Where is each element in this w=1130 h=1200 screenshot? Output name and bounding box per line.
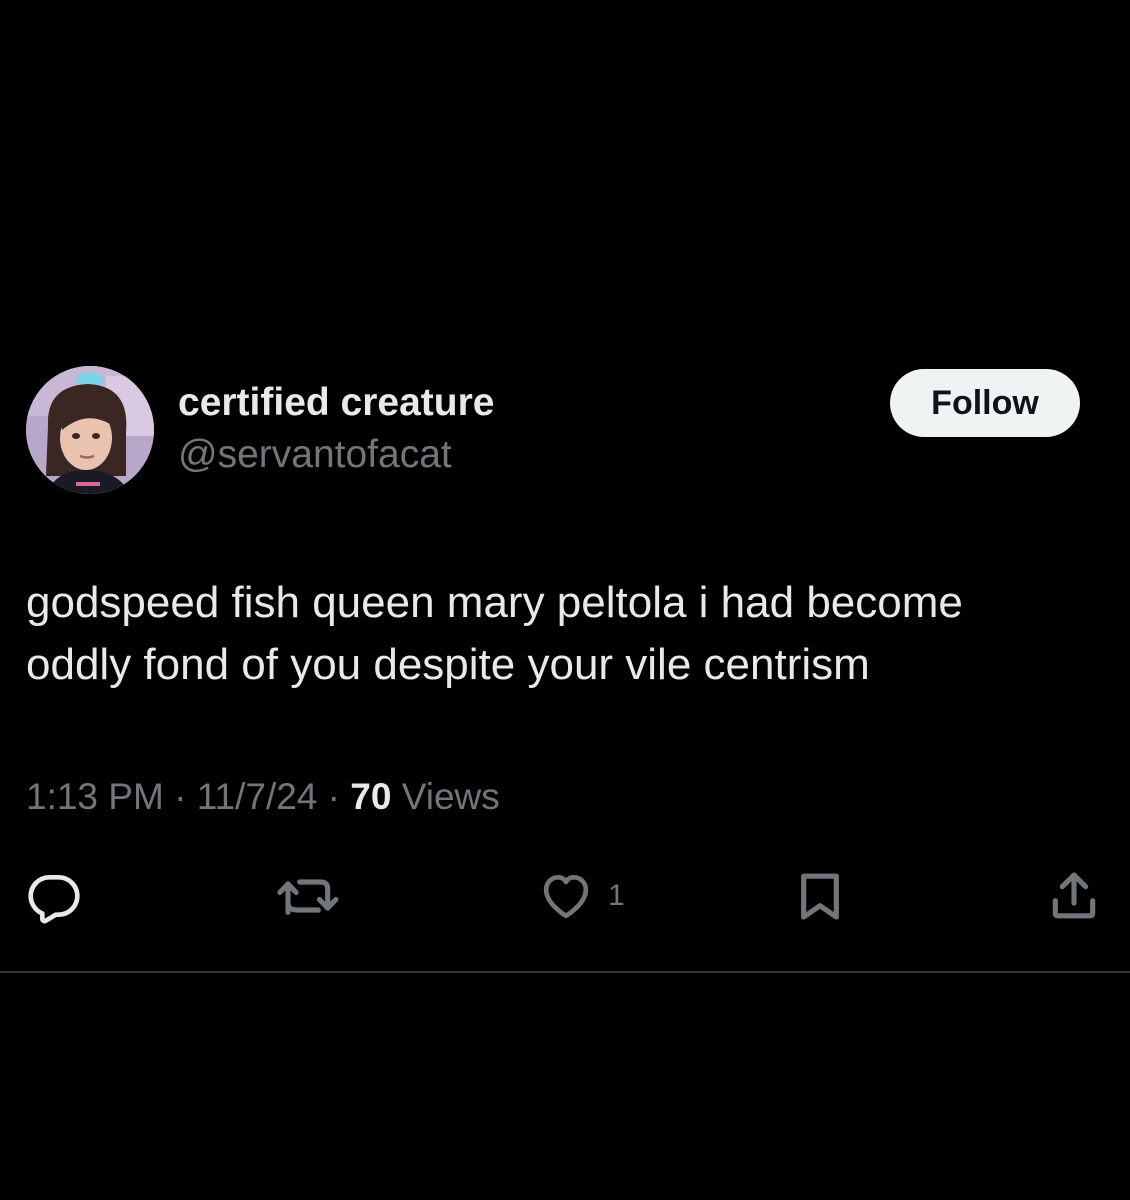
views-label: Views <box>401 776 500 817</box>
tweet-time[interactable]: 1:13 PM <box>26 776 164 817</box>
display-name[interactable]: certified creature <box>178 380 494 426</box>
retweet-icon <box>277 879 339 915</box>
speech-bubble-icon <box>28 875 80 924</box>
share-icon <box>1052 872 1096 919</box>
views-count: 70 <box>350 776 392 817</box>
tweet-date[interactable]: 11/7/24 <box>197 776 318 817</box>
tweet-meta: 1:13 PM · 11/7/24 · 70 Views <box>26 774 500 820</box>
like-count: 1 <box>608 879 625 912</box>
meta-separator: · <box>174 776 187 817</box>
follow-button[interactable]: Follow <box>890 369 1080 437</box>
reply-button[interactable] <box>26 868 82 924</box>
tweet-text: godspeed fish queen mary peltola i had b… <box>26 572 1106 696</box>
bookmark-icon <box>801 873 839 920</box>
tweet-card: certified creature @servantofacat Follow… <box>0 0 1130 1200</box>
tweet-text-line: godspeed fish queen mary peltola i had b… <box>26 578 963 627</box>
divider <box>0 971 1130 973</box>
avatar[interactable] <box>26 366 154 494</box>
avatar-photo <box>26 366 154 494</box>
retweet-button[interactable] <box>276 868 342 924</box>
heart-icon <box>543 875 589 919</box>
tweet-text-line: oddly fond of you despite your vile cent… <box>26 640 870 689</box>
user-handle[interactable]: @servantofacat <box>178 432 452 478</box>
share-button[interactable] <box>1046 868 1102 924</box>
like-button[interactable]: 1 <box>538 868 625 924</box>
bookmark-button[interactable] <box>792 868 848 924</box>
meta-separator: · <box>327 776 340 817</box>
